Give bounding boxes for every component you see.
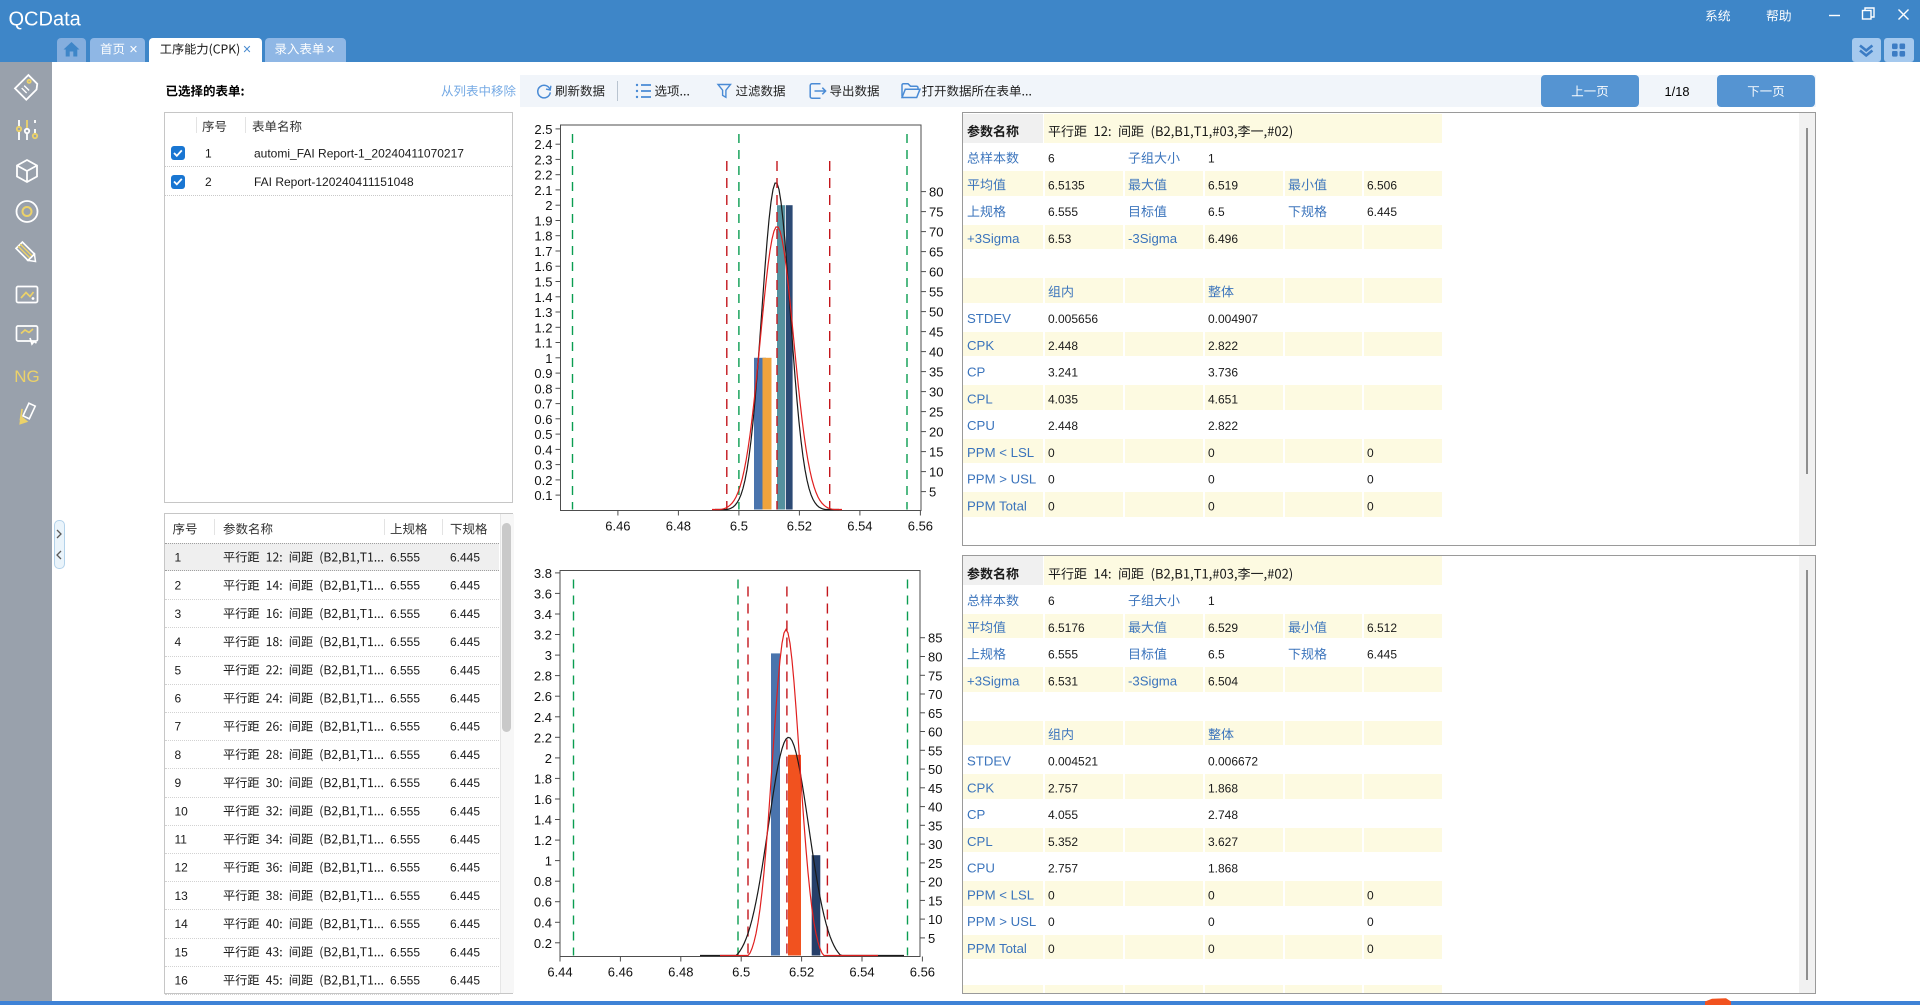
svg-text:1: 1 [545, 854, 552, 869]
svg-text:3.4: 3.4 [534, 607, 552, 622]
svg-text:55: 55 [929, 285, 943, 300]
svg-text:6.56: 6.56 [910, 965, 935, 980]
svg-text:2: 2 [545, 751, 552, 766]
svg-text:1.8: 1.8 [534, 771, 552, 786]
svg-text:2.3: 2.3 [534, 152, 552, 167]
svg-text:0.6: 0.6 [534, 895, 552, 910]
svg-text:1.6: 1.6 [534, 259, 552, 274]
svg-text:1.2: 1.2 [534, 833, 552, 848]
svg-text:3.2: 3.2 [534, 628, 552, 643]
svg-text:1.3: 1.3 [534, 305, 552, 320]
svg-text:70: 70 [928, 687, 942, 702]
svg-text:35: 35 [929, 365, 943, 380]
svg-text:65: 65 [929, 245, 943, 260]
svg-text:0.1: 0.1 [534, 488, 552, 503]
svg-text:0.6: 0.6 [534, 412, 552, 427]
svg-text:6.54: 6.54 [849, 965, 874, 980]
svg-text:6.5: 6.5 [730, 519, 748, 534]
svg-text:5: 5 [928, 931, 935, 946]
svg-text:25: 25 [929, 405, 943, 420]
svg-text:0.3: 0.3 [534, 458, 552, 473]
svg-text:5: 5 [929, 485, 936, 500]
svg-text:40: 40 [928, 800, 942, 815]
svg-text:6.44: 6.44 [547, 965, 572, 980]
svg-text:40: 40 [929, 345, 943, 360]
svg-text:75: 75 [929, 205, 943, 220]
svg-text:6.5: 6.5 [732, 965, 750, 980]
svg-text:1.8: 1.8 [534, 229, 552, 244]
svg-text:30: 30 [929, 385, 943, 400]
svg-text:2.2: 2.2 [534, 730, 552, 745]
svg-text:2.1: 2.1 [534, 183, 552, 198]
svg-text:6.56: 6.56 [908, 519, 933, 534]
svg-text:50: 50 [928, 762, 942, 777]
svg-text:1: 1 [545, 351, 552, 366]
svg-text:15: 15 [928, 893, 942, 908]
svg-text:6.52: 6.52 [787, 519, 812, 534]
svg-text:70: 70 [929, 225, 943, 240]
svg-text:0.4: 0.4 [534, 442, 552, 457]
svg-text:6.48: 6.48 [666, 519, 691, 534]
svg-text:0.4: 0.4 [534, 915, 552, 930]
svg-text:1.2: 1.2 [534, 320, 552, 335]
svg-text:65: 65 [928, 706, 942, 721]
svg-text:1.6: 1.6 [534, 792, 552, 807]
svg-text:60: 60 [928, 725, 942, 740]
svg-text:80: 80 [928, 650, 942, 665]
svg-text:20: 20 [929, 425, 943, 440]
svg-text:80: 80 [929, 185, 943, 200]
svg-text:2.4: 2.4 [534, 137, 552, 152]
svg-text:0.8: 0.8 [534, 874, 552, 889]
svg-text:3.6: 3.6 [534, 586, 552, 601]
svg-text:6.46: 6.46 [608, 965, 633, 980]
svg-text:45: 45 [929, 325, 943, 340]
svg-text:55: 55 [928, 743, 942, 758]
svg-text:10: 10 [929, 465, 943, 480]
svg-text:1.5: 1.5 [534, 275, 552, 290]
svg-text:3.8: 3.8 [534, 566, 552, 581]
svg-text:6.48: 6.48 [668, 965, 693, 980]
svg-text:10: 10 [928, 912, 942, 927]
svg-text:45: 45 [928, 781, 942, 796]
svg-text:2.4: 2.4 [534, 710, 552, 725]
svg-text:1.7: 1.7 [534, 244, 552, 259]
svg-text:2.8: 2.8 [534, 669, 552, 684]
svg-text:1.1: 1.1 [534, 336, 552, 351]
svg-text:25: 25 [928, 856, 942, 871]
svg-text:30: 30 [928, 837, 942, 852]
svg-text:0.2: 0.2 [534, 473, 552, 488]
svg-text:20: 20 [928, 875, 942, 890]
svg-text:1.9: 1.9 [534, 214, 552, 229]
svg-text:6.54: 6.54 [847, 519, 872, 534]
svg-text:3: 3 [545, 648, 552, 663]
svg-text:2.6: 2.6 [534, 689, 552, 704]
svg-text:35: 35 [928, 818, 942, 833]
svg-text:0.8: 0.8 [534, 381, 552, 396]
svg-text:2.5: 2.5 [534, 122, 552, 137]
svg-text:2: 2 [545, 198, 552, 213]
svg-text:0.5: 0.5 [534, 427, 552, 442]
svg-text:60: 60 [929, 265, 943, 280]
svg-text:6.52: 6.52 [789, 965, 814, 980]
svg-text:15: 15 [929, 445, 943, 460]
svg-text:0.2: 0.2 [534, 936, 552, 951]
svg-text:1.4: 1.4 [534, 813, 552, 828]
svg-text:0.7: 0.7 [534, 397, 552, 412]
svg-text:0.9: 0.9 [534, 366, 552, 381]
svg-text:50: 50 [929, 305, 943, 320]
svg-text:6.46: 6.46 [605, 519, 630, 534]
svg-text:85: 85 [928, 631, 942, 646]
svg-text:1.4: 1.4 [534, 290, 552, 305]
svg-text:75: 75 [928, 668, 942, 683]
svg-text:2.2: 2.2 [534, 168, 552, 183]
